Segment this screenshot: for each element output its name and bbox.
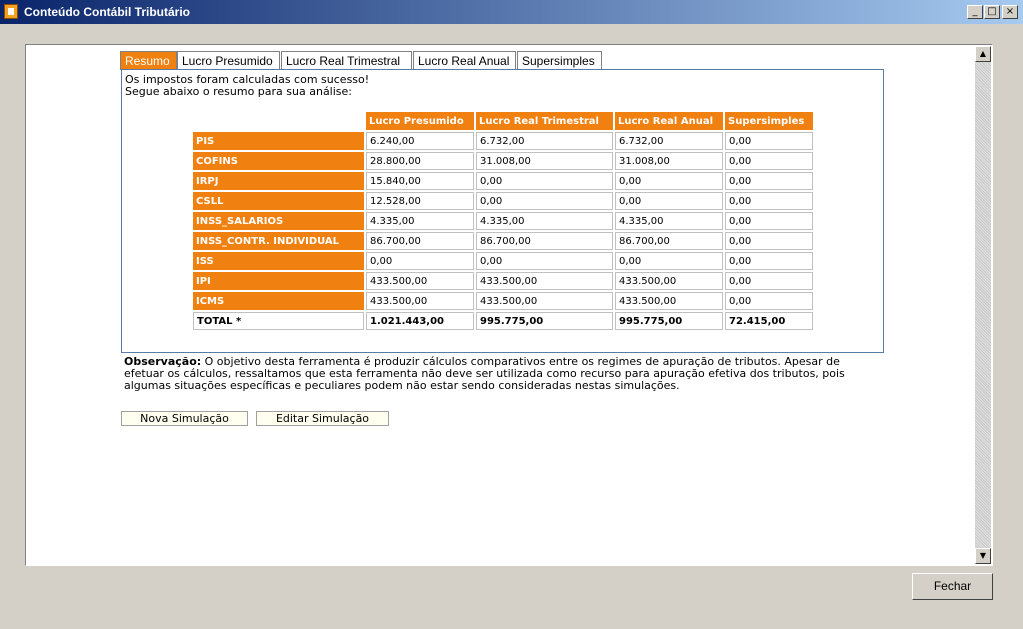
- table-cell: 31.008,00: [615, 152, 723, 170]
- table-cell: 0,00: [476, 192, 613, 210]
- table-cell: 0,00: [725, 272, 813, 290]
- tax-summary-table: Lucro Presumido Lucro Real Trimestral Lu…: [191, 110, 815, 332]
- table-cell: 0,00: [366, 252, 474, 270]
- table-cell: 4.335,00: [366, 212, 474, 230]
- table-cell: 0,00: [725, 252, 813, 270]
- column-header: Lucro Presumido: [366, 112, 474, 130]
- table-cell: 0,00: [476, 172, 613, 190]
- maximize-button[interactable]: □: [984, 5, 1000, 19]
- row-label: INSS_CONTR. INDIVIDUAL: [193, 232, 364, 250]
- close-button[interactable]: ×: [1002, 5, 1018, 19]
- table-cell: 15.840,00: [366, 172, 474, 190]
- tab-supersimples[interactable]: Supersimples: [517, 51, 602, 70]
- title-bar: Conteúdo Contábil Tributário _ □ ×: [0, 0, 1023, 24]
- table-row: ICMS 433.500,00 433.500,00 433.500,00 0,…: [193, 292, 813, 310]
- edit-simulation-button[interactable]: Editar Simulação: [256, 411, 389, 426]
- total-row: TOTAL * 1.021.443,00 995.775,00 995.775,…: [193, 312, 813, 330]
- table-cell: 0,00: [725, 192, 813, 210]
- document-icon: [4, 4, 18, 19]
- table-cell: 433.500,00: [476, 272, 613, 290]
- table-cell: 0,00: [476, 252, 613, 270]
- row-label: PIS: [193, 132, 364, 150]
- column-header: Lucro Real Anual: [615, 112, 723, 130]
- tab-lucro-real-anual[interactable]: Lucro Real Anual: [413, 51, 516, 70]
- tab-lucro-real-trimestral[interactable]: Lucro Real Trimestral: [281, 51, 412, 70]
- table-row: IPI 433.500,00 433.500,00 433.500,00 0,0…: [193, 272, 813, 290]
- table-cell: 433.500,00: [476, 292, 613, 310]
- table-cell: 0,00: [615, 252, 723, 270]
- table-row: CSLL 12.528,00 0,00 0,00 0,00: [193, 192, 813, 210]
- table-header-row: Lucro Presumido Lucro Real Trimestral Lu…: [193, 112, 813, 130]
- close-dialog-button[interactable]: Fechar: [912, 573, 993, 600]
- table-cell: 0,00: [725, 292, 813, 310]
- vertical-scrollbar[interactable]: ▲ ▼: [975, 46, 991, 564]
- row-label: INSS_SALARIOS: [193, 212, 364, 230]
- table-cell: 31.008,00: [476, 152, 613, 170]
- table-cell: 86.700,00: [615, 232, 723, 250]
- row-label: ICMS: [193, 292, 364, 310]
- table-cell: 6.240,00: [366, 132, 474, 150]
- minimize-button[interactable]: _: [967, 5, 983, 19]
- table-cell: 12.528,00: [366, 192, 474, 210]
- arrow-down-icon[interactable]: ▼: [975, 548, 991, 564]
- table-cell: 6.732,00: [615, 132, 723, 150]
- window-title: Conteúdo Contábil Tributário: [24, 5, 190, 19]
- table-cell: 86.700,00: [366, 232, 474, 250]
- summary-panel: Os impostos foram calculadas com sucesso…: [121, 69, 884, 353]
- table-row: INSS_SALARIOS 4.335,00 4.335,00 4.335,00…: [193, 212, 813, 230]
- total-cell: 995.775,00: [615, 312, 723, 330]
- observation-text: O objetivo desta ferramenta é produzir c…: [124, 355, 845, 392]
- table-cell: 0,00: [725, 212, 813, 230]
- total-cell: 1.021.443,00: [366, 312, 474, 330]
- total-cell: 72.415,00: [725, 312, 813, 330]
- row-label: IRPJ: [193, 172, 364, 190]
- empty-header-cell: [193, 112, 364, 130]
- table-row: ISS 0,00 0,00 0,00 0,00: [193, 252, 813, 270]
- total-cell: 995.775,00: [476, 312, 613, 330]
- table-cell: 0,00: [725, 132, 813, 150]
- status-message: Os impostos foram calculadas com sucesso…: [125, 74, 369, 98]
- arrow-up-icon[interactable]: ▲: [975, 46, 991, 62]
- table-row: COFINS 28.800,00 31.008,00 31.008,00 0,0…: [193, 152, 813, 170]
- table-row: INSS_CONTR. INDIVIDUAL 86.700,00 86.700,…: [193, 232, 813, 250]
- table-cell: 28.800,00: [366, 152, 474, 170]
- tab-resumo[interactable]: Resumo: [120, 51, 177, 70]
- table-row: IRPJ 15.840,00 0,00 0,00 0,00: [193, 172, 813, 190]
- total-label: TOTAL *: [193, 312, 364, 330]
- content-frame: Resumo Lucro Presumido Lucro Real Trimes…: [25, 44, 993, 566]
- tab-lucro-presumido[interactable]: Lucro Presumido: [177, 51, 280, 70]
- table-cell: 0,00: [615, 192, 723, 210]
- row-label: ISS: [193, 252, 364, 270]
- table-row: PIS 6.240,00 6.732,00 6.732,00 0,00: [193, 132, 813, 150]
- column-header: Lucro Real Trimestral: [476, 112, 613, 130]
- table-cell: 433.500,00: [615, 272, 723, 290]
- table-cell: 6.732,00: [476, 132, 613, 150]
- column-header: Supersimples: [725, 112, 813, 130]
- table-cell: 433.500,00: [366, 272, 474, 290]
- table-cell: 0,00: [725, 172, 813, 190]
- table-cell: 433.500,00: [615, 292, 723, 310]
- table-cell: 86.700,00: [476, 232, 613, 250]
- table-cell: 433.500,00: [366, 292, 474, 310]
- table-cell: 0,00: [725, 232, 813, 250]
- row-label: IPI: [193, 272, 364, 290]
- row-label: COFINS: [193, 152, 364, 170]
- row-label: CSLL: [193, 192, 364, 210]
- table-cell: 0,00: [615, 172, 723, 190]
- table-cell: 4.335,00: [476, 212, 613, 230]
- table-cell: 4.335,00: [615, 212, 723, 230]
- message-line-2: Segue abaixo o resumo para sua análise:: [125, 85, 352, 98]
- table-cell: 0,00: [725, 152, 813, 170]
- new-simulation-button[interactable]: Nova Simulação: [121, 411, 248, 426]
- observation-note: Observação: O objetivo desta ferramenta …: [124, 356, 864, 392]
